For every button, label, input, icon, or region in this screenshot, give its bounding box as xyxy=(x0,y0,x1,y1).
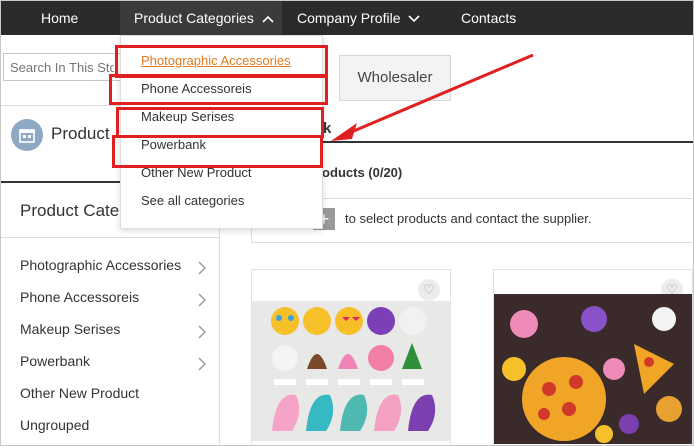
annotation-arrow-icon xyxy=(331,53,534,141)
page: Home Product Categories Company Profile … xyxy=(0,0,694,446)
